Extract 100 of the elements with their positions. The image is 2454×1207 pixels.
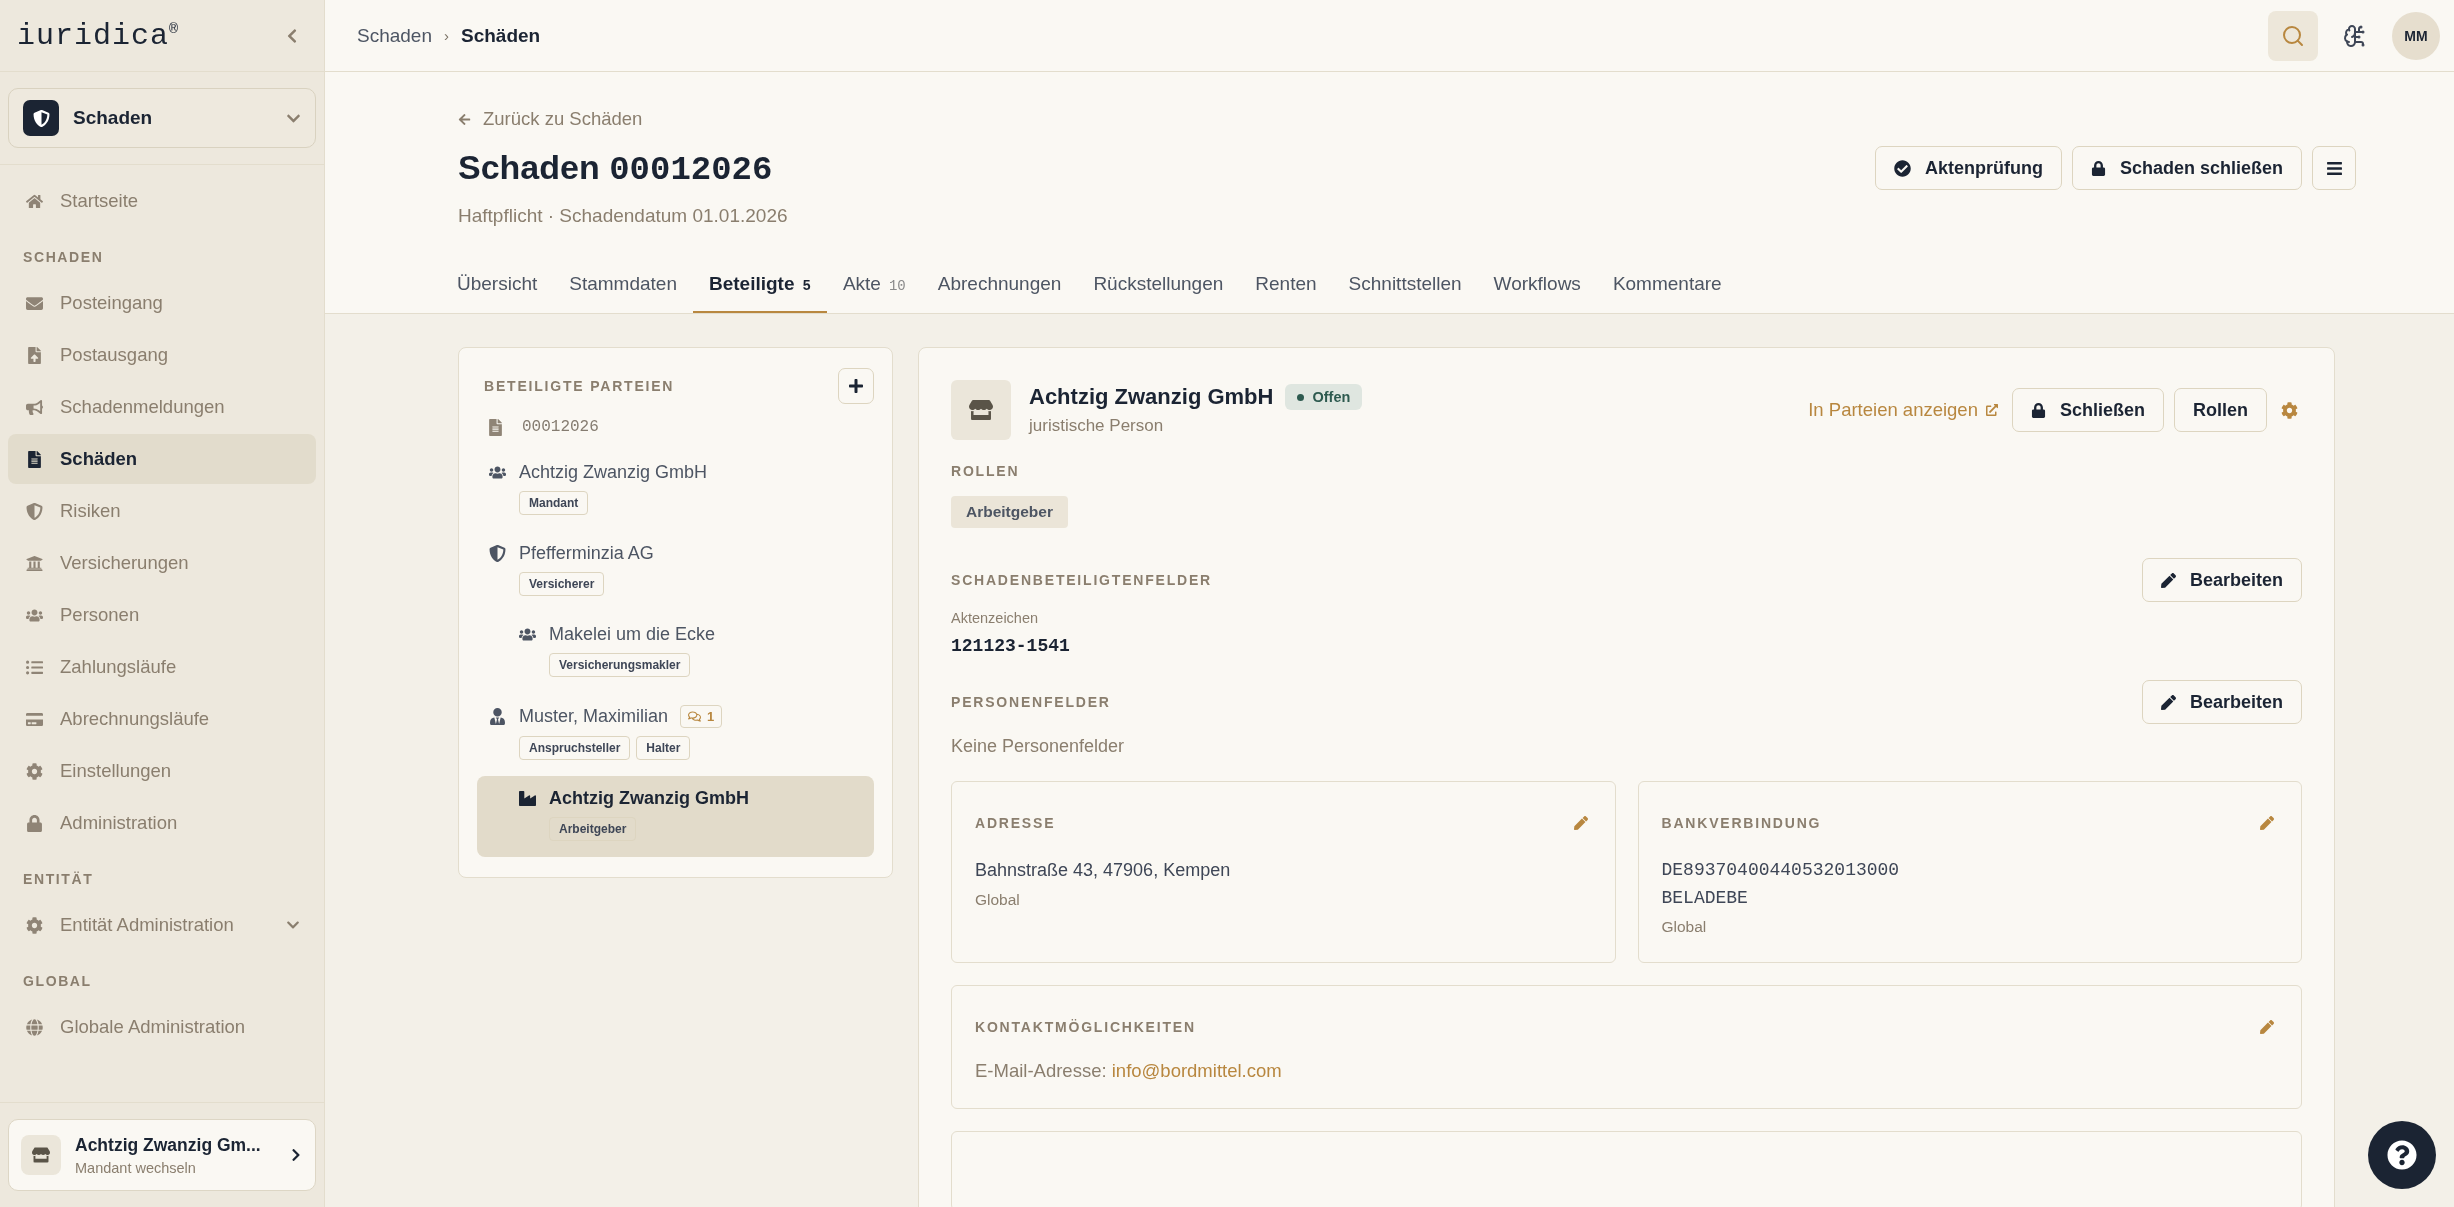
person-icon (488, 708, 506, 725)
party-item[interactable]: Muster, Maximilian 1 Anspruchsteller Halter (477, 693, 874, 776)
party-item[interactable]: Achtzig Zwanzig GmbH Mandant (477, 450, 874, 531)
party-item[interactable]: Makelei um die Ecke Versicherungsmakler (477, 612, 874, 693)
field-value: 121123-1541 (951, 636, 1071, 656)
pencil-icon (1573, 816, 1588, 830)
nav-icon (25, 1018, 43, 1036)
role-tag: Anspruchsteller (519, 736, 631, 760)
group-icon (488, 464, 506, 481)
section-heading: PERSONENFELDER (951, 694, 1111, 710)
gear-icon (2281, 401, 2298, 419)
section-heading: GLOBAL (22, 972, 93, 991)
client-switcher[interactable]: Achtzig Zwanzig Gm... Mandant wechseln (8, 1119, 316, 1191)
nav-icon (25, 762, 43, 780)
add-button[interactable] (838, 368, 874, 404)
nav-icon (25, 554, 43, 572)
nav-icon (25, 192, 43, 210)
group-icon (518, 626, 536, 643)
help-icon (2387, 1140, 2417, 1170)
user-avatar[interactable]: MM (2392, 11, 2440, 60)
lock-icon (2030, 402, 2046, 418)
section-heading: ENTITÄT (22, 870, 95, 889)
empty-message: Keine Personenfelder (951, 736, 1126, 757)
section-heading: ROLLEN (951, 463, 1020, 479)
review-button[interactable]: Aktenprüfung (1874, 146, 2062, 190)
pencil-icon (2260, 1020, 2274, 1034)
breadcrumb-link[interactable]: Schaden (357, 24, 432, 47)
nav-icon (25, 502, 43, 520)
contact-line: E-Mail-Adresse: info@bordmittel.com (975, 1060, 1283, 1082)
client-action: Mandant wechseln (75, 1159, 197, 1176)
nav-icon (25, 658, 43, 676)
role-tag: Arbeitgeber (951, 496, 1068, 528)
card-heading: ADRESSE (975, 815, 1056, 831)
tab[interactable]: Workflows (1477, 261, 1597, 313)
role-tag: Versicherungsmakler (549, 653, 691, 677)
tab[interactable]: Übersicht (441, 261, 554, 313)
scope-label: Global (1661, 918, 1708, 936)
menu-icon (2325, 159, 2343, 177)
section-heading: SCHADEN (22, 248, 105, 267)
section-heading: SCHADENBETEILIGTENFELDER (951, 572, 1212, 588)
breadcrumb-link[interactable]: Schäden (461, 24, 541, 47)
address-text: Bahnstraße 43, 47906, Kempen (975, 860, 1232, 881)
tab[interactable]: Kommentare (1596, 261, 1738, 313)
nav-icon (25, 450, 43, 468)
store-icon (951, 380, 1011, 440)
pencil-icon (2160, 694, 2176, 710)
search-button[interactable] (2268, 10, 2318, 61)
external-link-icon (1985, 404, 1998, 416)
role-tag: Versicherer (519, 572, 605, 596)
tab[interactable]: Beteiligte 5 (693, 261, 827, 313)
tab[interactable]: Rückstellungen (1077, 261, 1240, 313)
page-subtitle: Haftpflicht · Schadendatum 01.01.2026 (458, 205, 788, 227)
field-label: Aktenzeichen (951, 610, 1040, 626)
brain-icon (2343, 23, 2367, 48)
party-item[interactable]: Pfefferminzia AG Versicherer (477, 531, 874, 612)
tab[interactable]: Schnittstellen (1332, 261, 1478, 313)
pencil-icon (2160, 572, 2176, 588)
back-link[interactable]: Zurück zu Schäden (458, 108, 643, 130)
edit-button[interactable]: Bearbeiten (2141, 680, 2302, 724)
status-badge: Offen (1285, 384, 1363, 410)
logo: iuridica$^{®}$ (17, 18, 180, 53)
menu-button[interactable] (2312, 146, 2356, 190)
close-claim-button[interactable]: Schaden schließen (2071, 146, 2302, 190)
role-tag: Mandant (519, 491, 589, 515)
page-title: Schaden 00012026 (458, 148, 774, 189)
comment-icon (688, 710, 702, 723)
nav-icon (25, 814, 43, 832)
close-button[interactable]: Schließen (2011, 388, 2164, 432)
nav-icon (25, 294, 43, 312)
party-type: juristische Person (1029, 416, 1165, 436)
plus-icon (848, 378, 864, 394)
insurer-icon (488, 545, 506, 562)
scope-label: Global (975, 891, 1021, 909)
arrow-left-icon (458, 112, 471, 126)
bank-detail: BELADEBE (1661, 888, 1749, 908)
nav-item[interactable]: Schäden (8, 434, 316, 484)
tab[interactable]: Stammdaten (553, 261, 693, 313)
comment-count: 1 (680, 705, 723, 728)
lock-icon (2090, 160, 2106, 176)
tab[interactable]: Renten (1239, 261, 1333, 313)
card-heading: BANKVERBINDUNG (1661, 815, 1822, 831)
tab[interactable]: Akte 10 (826, 261, 922, 313)
card-heading: KONTAKTMÖGLICHKEITEN (975, 1019, 1196, 1035)
panel-heading: BETEILIGTE PARTEIEN (484, 378, 675, 394)
role-tag: Halter (636, 736, 691, 760)
pencil-icon (2260, 816, 2274, 830)
party-name: Achtzig Zwanzig GmbH (1029, 384, 1274, 410)
company-icon (518, 790, 536, 807)
nav-icon (25, 710, 43, 728)
file-icon (487, 418, 504, 436)
roles-button[interactable]: Rollen (2174, 388, 2267, 432)
party-item[interactable]: Achtzig Zwanzig GmbH Arbeitgeber (477, 776, 874, 857)
edit-button[interactable]: Bearbeiten (2141, 558, 2302, 602)
tab[interactable]: Abrechnungen (921, 261, 1078, 313)
role-tag: Arbeitgeber (549, 817, 637, 841)
client-name: Achtzig Zwanzig Gm... (75, 1134, 262, 1156)
nav-icon (25, 916, 43, 934)
module-select[interactable]: Schaden (8, 88, 316, 148)
nav-icon (25, 398, 43, 416)
breadcrumb-separator: › (444, 27, 449, 44)
